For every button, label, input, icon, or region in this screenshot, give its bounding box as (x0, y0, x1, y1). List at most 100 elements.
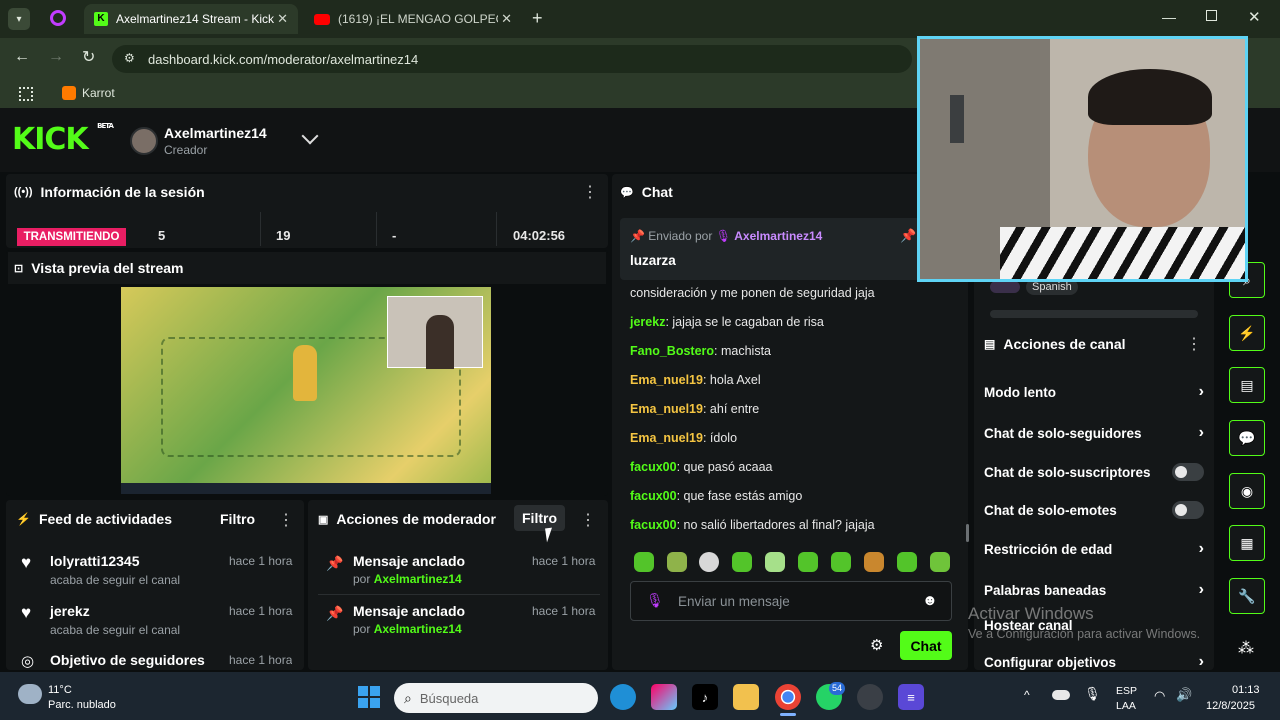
tray-chevron-icon[interactable]: ^ (1024, 688, 1030, 702)
stat-divider (496, 212, 497, 246)
more-icon[interactable]: ⋮ (580, 510, 596, 530)
app-icon[interactable]: ≡ (898, 684, 924, 710)
emote-icon[interactable] (930, 552, 950, 572)
minimize-button[interactable]: — (1162, 9, 1176, 25)
emote-icon[interactable] (831, 552, 851, 572)
side-layout-button[interactable]: ▦ (1229, 525, 1265, 561)
tab-kick-dashboard[interactable]: K Axelmartinez14 Stream - Kick D ✕ (84, 4, 298, 34)
emote-icon[interactable] (864, 552, 884, 572)
unpin-icon[interactable]: 📌 (900, 228, 916, 244)
emote-icon[interactable] (699, 552, 719, 572)
weather-icon[interactable] (18, 684, 42, 704)
chat-user[interactable]: jerekz (630, 315, 665, 329)
reload-icon[interactable]: ↻ (82, 47, 95, 67)
kick-logo[interactable]: KICK BETA (12, 122, 114, 157)
input-lang-variant[interactable]: LAA (1116, 700, 1136, 712)
side-share-icon[interactable]: ⁂ (1238, 638, 1254, 658)
side-notes-button[interactable]: ▤ (1229, 367, 1265, 403)
emoji-icon[interactable]: ☻ (922, 592, 938, 609)
emote-icon[interactable] (798, 552, 818, 572)
activity-filter-button[interactable]: Filtro (220, 511, 255, 527)
emote-icon[interactable] (765, 552, 785, 572)
chat-user[interactable]: Ema_nuel19 (630, 402, 703, 416)
emote-icon[interactable] (634, 552, 654, 572)
forward-icon[interactable]: → (48, 48, 64, 66)
chat-text: : hola Axel (702, 373, 761, 387)
tab-search-button[interactable]: ▾ (8, 8, 30, 30)
action-age-restriction[interactable]: Restricción de edad › (984, 540, 1204, 558)
more-icon[interactable]: ⋮ (278, 510, 294, 530)
chat-send-button[interactable]: Chat (900, 631, 952, 660)
chat-user[interactable]: Ema_nuel19 (630, 431, 703, 445)
file-explorer-icon[interactable] (733, 684, 759, 710)
action-configure-goals[interactable]: Configurar objetivos › (984, 653, 1204, 671)
windows-start-icon[interactable] (358, 686, 380, 708)
browser-profile-icon[interactable] (50, 10, 66, 26)
close-tab-icon[interactable]: ✕ (501, 11, 512, 27)
taskbar-search[interactable]: ⌕ Búsqueda (394, 683, 598, 713)
chat-user[interactable]: facux00 (630, 518, 677, 532)
emote-icon[interactable] (897, 552, 917, 572)
pinned-message[interactable] (620, 218, 920, 280)
url-field[interactable]: ⚙ dashboard.kick.com/moderator/axelmarti… (112, 45, 912, 73)
goal-icon: ◎ (21, 653, 35, 670)
activity-user[interactable]: lolyratti12345 (50, 553, 140, 569)
obs-icon[interactable] (857, 684, 883, 710)
stream-preview-video[interactable] (121, 287, 491, 494)
activity-user[interactable]: jerekz (50, 603, 90, 619)
new-tab-button[interactable]: + (532, 8, 543, 29)
action-slow-mode[interactable]: Modo lento › (984, 383, 1204, 401)
chat-settings-gear-icon[interactable]: ⚙ (870, 636, 883, 654)
chat-scrollbar[interactable] (966, 524, 969, 542)
action-subscribers-only[interactable]: Chat de solo-suscriptores (984, 463, 1204, 481)
action-followers-only[interactable]: Chat de solo-seguidores › (984, 424, 1204, 442)
modactions-filter-button[interactable]: Filtro (514, 505, 565, 531)
side-chat-button[interactable]: 💬 (1229, 420, 1265, 456)
side-broadcast-button[interactable]: ◉ (1229, 473, 1265, 509)
side-bolt-button[interactable]: ⚡ (1229, 315, 1265, 351)
maximize-button[interactable] (1206, 10, 1217, 21)
modaction-user[interactable]: Axelmartinez14 (374, 622, 462, 636)
wifi-icon[interactable]: ◠ (1154, 688, 1165, 704)
tab-youtube[interactable]: (1619) ¡EL MENGAO GOLPEÓ E ✕ (304, 4, 522, 34)
chat-user[interactable]: Fano_Bostero (630, 344, 714, 358)
chat-user[interactable]: facux00 (630, 489, 677, 503)
back-icon[interactable]: ← (14, 48, 30, 66)
side-tools-button[interactable]: 🔧 (1229, 578, 1265, 614)
chrome-icon[interactable] (775, 684, 801, 710)
activity-user[interactable]: Objetivo de seguidores (50, 652, 205, 668)
chat-user[interactable]: facux00 (630, 460, 677, 474)
clock-time[interactable]: 01:13 (1232, 684, 1260, 696)
pin-icon: 📌 (326, 555, 344, 571)
chat-user[interactable]: Ema_nuel19 (630, 373, 703, 387)
input-lang[interactable]: ESP (1116, 685, 1137, 697)
action-banned-words[interactable]: Palabras baneadas › (984, 581, 1204, 599)
site-info-icon[interactable]: ⚙ (124, 51, 135, 65)
tiktok-icon[interactable]: ♪ (692, 684, 718, 710)
clock-date[interactable]: 12/8/2025 (1206, 700, 1255, 712)
pinned-user[interactable]: Axelmartinez14 (734, 229, 822, 243)
more-icon[interactable]: ⋮ (1186, 334, 1202, 354)
chevron-down-icon[interactable] (301, 127, 319, 145)
weather-temp: 11°C (48, 684, 72, 696)
more-icon[interactable]: ⋮ (582, 182, 598, 202)
close-window-button[interactable]: ✕ (1248, 8, 1261, 26)
action-emotes-only[interactable]: Chat de solo-emotes (984, 501, 1204, 519)
modaction-user[interactable]: Axelmartinez14 (374, 572, 462, 586)
copilot-icon[interactable] (651, 684, 677, 710)
chat-message: Fano_Bostero: machista (630, 344, 771, 358)
pin-icon: 📌 (630, 229, 645, 243)
volume-icon[interactable]: 🔊 (1176, 687, 1192, 703)
subscribers-only-toggle[interactable] (1172, 463, 1204, 481)
onedrive-icon[interactable] (1052, 690, 1070, 700)
avatar[interactable] (130, 127, 158, 155)
bookmark-karrot[interactable]: Karrot (62, 86, 115, 100)
emote-icon[interactable] (732, 552, 752, 572)
emote-icon[interactable] (667, 552, 687, 572)
broadcast-icon: ((•)) (14, 186, 33, 198)
edge-icon[interactable] (610, 684, 636, 710)
emotes-only-toggle[interactable] (1172, 501, 1204, 519)
close-tab-icon[interactable]: ✕ (277, 11, 288, 27)
apps-grid-icon[interactable] (19, 87, 33, 101)
mic-tray-icon[interactable]: 🎙 (1084, 686, 1101, 702)
